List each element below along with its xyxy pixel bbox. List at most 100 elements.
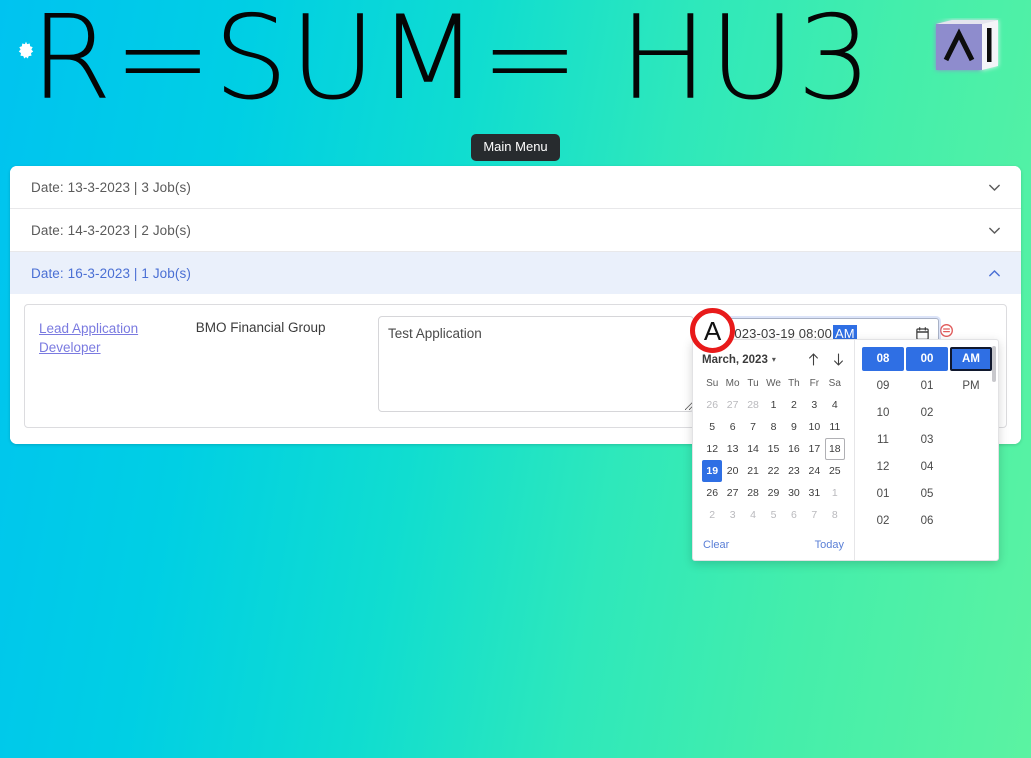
accordion-header-16-3-2023[interactable]: Date: 16-3-2023 | 1 Job(s): [10, 252, 1021, 294]
remove-circle-icon[interactable]: [939, 323, 954, 338]
datepicker-day-20[interactable]: 20: [722, 460, 742, 482]
datepicker-day-9[interactable]: 9: [784, 416, 804, 438]
datepicker-day-19[interactable]: 19: [702, 460, 723, 482]
datepicker-day-29[interactable]: 29: [763, 482, 783, 504]
datepicker-day-21[interactable]: 21: [743, 460, 763, 482]
datepicker-day-31[interactable]: 31: [804, 482, 824, 504]
datepicker-day-28[interactable]: 28: [743, 394, 763, 416]
arrow-down-icon[interactable]: [832, 352, 845, 367]
accordion-item: Date: 14-3-2023 | 2 Job(s): [10, 209, 1021, 252]
datepicker-day-27[interactable]: 27: [722, 394, 742, 416]
timepicker-hour-12[interactable]: 12: [862, 455, 904, 479]
datepicker-day-4[interactable]: 4: [825, 394, 845, 416]
datepicker-day-17[interactable]: 17: [804, 438, 824, 460]
datepicker-day-26[interactable]: 26: [702, 394, 722, 416]
timepicker-hour-09[interactable]: 09: [862, 374, 904, 398]
weekday-label: Sa: [828, 378, 841, 389]
datepicker-day-8[interactable]: 8: [825, 504, 845, 526]
datepicker-day-4[interactable]: 4: [743, 504, 763, 526]
chevron-down-icon[interactable]: ▾: [772, 355, 776, 364]
job-title-cell: Lead Application Developer: [39, 316, 196, 357]
timepicker-meridiem-PM[interactable]: PM: [950, 374, 992, 398]
datepicker-day-11[interactable]: 11: [825, 416, 845, 438]
datepicker-day-28[interactable]: 28: [743, 482, 763, 504]
weekday-label: Th: [788, 378, 800, 389]
timepicker-minute-02[interactable]: 02: [906, 401, 948, 425]
datepicker-day-25[interactable]: 25: [825, 460, 845, 482]
datepicker-day-3[interactable]: 3: [804, 394, 824, 416]
job-title-link[interactable]: Lead Application Developer: [39, 321, 138, 355]
accordion-header-14-3-2023[interactable]: Date: 14-3-2023 | 2 Job(s): [10, 209, 1021, 251]
main-menu-button[interactable]: Main Menu: [471, 134, 560, 161]
annotation-marker-a: A: [690, 308, 735, 353]
timepicker-panel: 08 09 10 11 12 01 02 00 01 02 03 04 05 06 AM PM: [855, 340, 998, 560]
accordion-header-13-3-2023[interactable]: Date: 13-3-2023 | 3 Job(s): [10, 166, 1021, 208]
datepicker-day-26[interactable]: 26: [702, 482, 722, 504]
datepicker-day-7[interactable]: 7: [743, 416, 763, 438]
datepicker-day-6[interactable]: 6: [784, 504, 804, 526]
accordion-date-label: Date: 16-3-2023 | 1 Job(s): [31, 265, 191, 281]
timepicker-minute-05[interactable]: 05: [906, 482, 948, 506]
datepicker-week-row: 26 27 28 29 30 31 1: [702, 482, 845, 504]
datepicker-day-6[interactable]: 6: [722, 416, 742, 438]
datepicker-day-7[interactable]: 7: [804, 504, 824, 526]
timepicker-hour-02[interactable]: 02: [862, 509, 904, 533]
datepicker-day-24[interactable]: 24: [804, 460, 824, 482]
chevron-down-icon[interactable]: [986, 222, 1003, 239]
datepicker-day-18[interactable]: 18: [824, 438, 845, 460]
app-header: R=SUM= HU3: [0, 0, 1031, 122]
timepicker-minute-04[interactable]: 04: [906, 455, 948, 479]
timepicker-minute-03[interactable]: 03: [906, 428, 948, 452]
timepicker-minute-06[interactable]: 06: [906, 509, 948, 533]
datepicker-day-15[interactable]: 15: [763, 438, 783, 460]
datepicker-day-23[interactable]: 23: [784, 460, 804, 482]
datepicker-nav: [807, 352, 845, 367]
datepicker-day-30[interactable]: 30: [784, 482, 804, 504]
accordion-item: Date: 13-3-2023 | 3 Job(s): [10, 166, 1021, 209]
weekday-label: Su: [706, 378, 719, 389]
datepicker-today-button[interactable]: Today: [815, 539, 844, 551]
weekday-label: Mo: [725, 378, 740, 389]
timepicker-hour-01[interactable]: 01: [862, 482, 904, 506]
timepicker-minute-column[interactable]: 00 01 02 03 04 05 06: [906, 347, 948, 560]
datepicker-day-16[interactable]: 16: [784, 438, 804, 460]
job-delete-cell: [939, 316, 996, 338]
arrow-up-icon[interactable]: [807, 352, 820, 367]
page-title: R=SUM= HU3: [30, 0, 873, 126]
weekday-label: Fr: [809, 378, 820, 389]
datepicker-day-8[interactable]: 8: [763, 416, 783, 438]
timepicker-minute-01[interactable]: 01: [906, 374, 948, 398]
datepicker-clear-button[interactable]: Clear: [703, 539, 729, 551]
datepicker-day-13[interactable]: 13: [722, 438, 742, 460]
datepicker-day-5[interactable]: 5: [763, 504, 783, 526]
chevron-down-icon[interactable]: [986, 179, 1003, 196]
datepicker-day-22[interactable]: 22: [763, 460, 783, 482]
job-notes-textarea[interactable]: [378, 316, 694, 412]
datepicker-day-12[interactable]: 12: [702, 438, 722, 460]
timepicker-hour-column[interactable]: 08 09 10 11 12 01 02: [862, 347, 904, 560]
datepicker-day-1[interactable]: 1: [825, 482, 845, 504]
datepicker-footer: Clear Today: [702, 534, 845, 560]
datepicker-month-label[interactable]: March, 2023: [702, 354, 768, 366]
datepicker-day-27[interactable]: 27: [722, 482, 742, 504]
accordion-date-label: Date: 13-3-2023 | 3 Job(s): [31, 179, 191, 195]
datepicker-week-row: 2345678: [702, 504, 845, 526]
datepicker-day-2[interactable]: 2: [702, 504, 722, 526]
datepicker-day-5[interactable]: 5: [702, 416, 722, 438]
timepicker-scrollbar[interactable]: [992, 346, 996, 382]
datepicker-day-14[interactable]: 14: [743, 438, 763, 460]
timepicker-hour-11[interactable]: 11: [862, 428, 904, 452]
datepicker-day-3[interactable]: 3: [722, 504, 742, 526]
datepicker-day-2[interactable]: 2: [784, 394, 804, 416]
ai-cube-logo-icon: [932, 18, 1004, 80]
datepicker-day-10[interactable]: 10: [804, 416, 824, 438]
datepicker-week-row: 19 20 21 22 23 24 25: [702, 460, 845, 482]
chevron-up-icon[interactable]: [986, 265, 1003, 282]
timepicker-meridiem-column[interactable]: AM PM: [950, 347, 992, 560]
job-notes-cell: [378, 316, 694, 417]
timepicker-meridiem-AM[interactable]: AM: [950, 347, 992, 371]
timepicker-hour-10[interactable]: 10: [862, 401, 904, 425]
datepicker-day-1[interactable]: 1: [763, 394, 783, 416]
timepicker-minute-00[interactable]: 00: [906, 347, 948, 371]
timepicker-hour-08[interactable]: 08: [862, 347, 904, 371]
